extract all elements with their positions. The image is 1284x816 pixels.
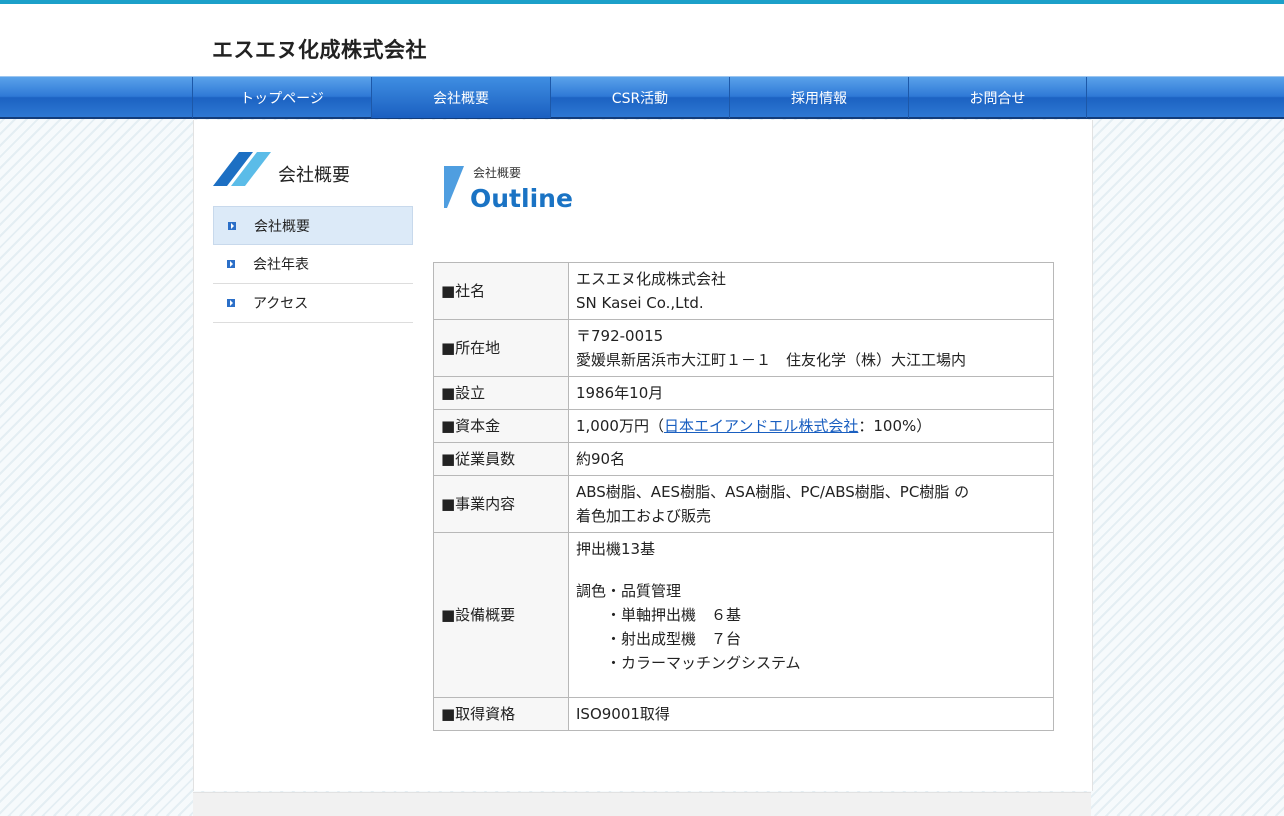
- arrow-right-icon: [227, 260, 235, 268]
- sidebar-item-outline[interactable]: 会社概要: [213, 206, 413, 245]
- row-value: ISO9001取得: [568, 697, 1054, 731]
- page-subtitle: 会社概要: [473, 166, 522, 180]
- page-title: Outline: [470, 184, 573, 213]
- row-value: 1986年10月: [568, 376, 1054, 410]
- row-label: ■従業員数: [433, 442, 569, 476]
- table-row: ■資本金 1,000万円（日本エイアンドエル株式会社：100%）: [433, 409, 1054, 443]
- sidebar-heading: 会社概要: [213, 150, 413, 190]
- row-value: ABS樹脂、AES樹脂、ASA樹脂、PC/ABS樹脂、PC樹脂 の 着色加工およ…: [568, 475, 1054, 533]
- nav-item-top[interactable]: トップページ: [192, 77, 371, 118]
- business-line-1: ABS樹脂、AES樹脂、ASA樹脂、PC/ABS樹脂、PC樹脂 の: [576, 483, 970, 501]
- footer: [193, 792, 1091, 816]
- row-value: 押出機13基 調色・品質管理 ・単軸押出機 ６基 ・射出成型機 ７台 ・カラーマ…: [568, 532, 1054, 698]
- table-row: ■社名 エスエヌ化成株式会社 SN Kasei Co.,Ltd.: [433, 262, 1054, 320]
- equipment-item: ・単軸押出機 ６基: [606, 606, 742, 624]
- company-outline-table: ■社名 エスエヌ化成株式会社 SN Kasei Co.,Ltd. ■所在地 〒7…: [433, 262, 1054, 731]
- equipment-extruders: 押出機13基: [576, 540, 656, 558]
- row-value: 1,000万円（日本エイアンドエル株式会社：100%）: [568, 409, 1054, 443]
- sidebar-item-history[interactable]: 会社年表: [213, 245, 413, 284]
- row-label: ■取得資格: [433, 697, 569, 731]
- capital-ratio: ：100%）: [858, 417, 932, 435]
- arrow-right-icon: [227, 299, 235, 307]
- company-name-ja: エスエヌ化成株式会社: [576, 270, 727, 288]
- table-row: ■従業員数 約90名: [433, 442, 1054, 476]
- postal-code: 〒792-0015: [576, 327, 664, 345]
- arrow-right-icon: [228, 222, 236, 230]
- equipment-item: ・カラーマッチングシステム: [606, 654, 801, 672]
- sidebar-item-label: 会社概要: [254, 218, 310, 235]
- global-nav: トップページ 会社概要 CSR活動 採用情報 お問合せ: [0, 76, 1284, 119]
- table-row: ■設立 1986年10月: [433, 376, 1054, 410]
- equipment-item: ・射出成型機 ７台: [606, 630, 742, 648]
- equipment-quality: 調色・品質管理: [576, 582, 682, 600]
- nav-item-company[interactable]: 会社概要: [371, 77, 550, 118]
- table-row: ■事業内容 ABS樹脂、AES樹脂、ASA樹脂、PC/ABS樹脂、PC樹脂 の …: [433, 475, 1054, 533]
- row-label: ■社名: [433, 262, 569, 320]
- row-label: ■設立: [433, 376, 569, 410]
- sidebar-heading-label: 会社概要: [278, 165, 350, 186]
- capital-amount: 1,000万円（: [576, 417, 664, 435]
- row-label: ■資本金: [433, 409, 569, 443]
- row-label: ■所在地: [433, 319, 569, 377]
- address: 愛媛県新居浜市大江町１－１ 住友化学（株）大江工場内: [576, 351, 967, 369]
- sidebar-item-label: 会社年表: [253, 257, 309, 273]
- row-label: ■設備概要: [433, 532, 569, 698]
- nav-item-contact[interactable]: お問合せ: [908, 77, 1087, 118]
- main-content: 会社概要 会社概要 会社年表 アクセス 会社概要 Outline ■社名 エスエ…: [193, 120, 1093, 791]
- sidebar-item-label: アクセス: [253, 296, 309, 312]
- table-row: ■取得資格 ISO9001取得: [433, 697, 1054, 731]
- sidebar-item-access[interactable]: アクセス: [213, 284, 413, 323]
- sidebar-nav: 会社概要 会社年表 アクセス: [213, 206, 413, 323]
- global-nav-list: トップページ 会社概要 CSR活動 採用情報 お問合せ: [192, 77, 1087, 119]
- table-row: ■設備概要 押出機13基 調色・品質管理 ・単軸押出機 ６基 ・射出成型機 ７台…: [433, 532, 1054, 698]
- row-value: エスエヌ化成株式会社 SN Kasei Co.,Ltd.: [568, 262, 1054, 320]
- nav-item-csr[interactable]: CSR活動: [550, 77, 729, 118]
- row-label: ■事業内容: [433, 475, 569, 533]
- slash-stripes-icon: [213, 152, 271, 186]
- row-value: 〒792-0015 愛媛県新居浜市大江町１－１ 住友化学（株）大江工場内: [568, 319, 1054, 377]
- company-name-en: SN Kasei Co.,Ltd.: [576, 294, 704, 312]
- table-row: ■所在地 〒792-0015 愛媛県新居浜市大江町１－１ 住友化学（株）大江工場…: [433, 319, 1054, 377]
- parent-company-link[interactable]: 日本エイアンドエル株式会社: [664, 417, 858, 435]
- nav-item-recruit[interactable]: 採用情報: [729, 77, 908, 118]
- row-value: 約90名: [568, 442, 1054, 476]
- business-line-2: 着色加工および販売: [576, 507, 712, 525]
- site-header: エスエヌ化成株式会社: [0, 4, 1284, 76]
- heading-flag-icon: [444, 166, 464, 208]
- site-title[interactable]: エスエヌ化成株式会社: [212, 34, 427, 64]
